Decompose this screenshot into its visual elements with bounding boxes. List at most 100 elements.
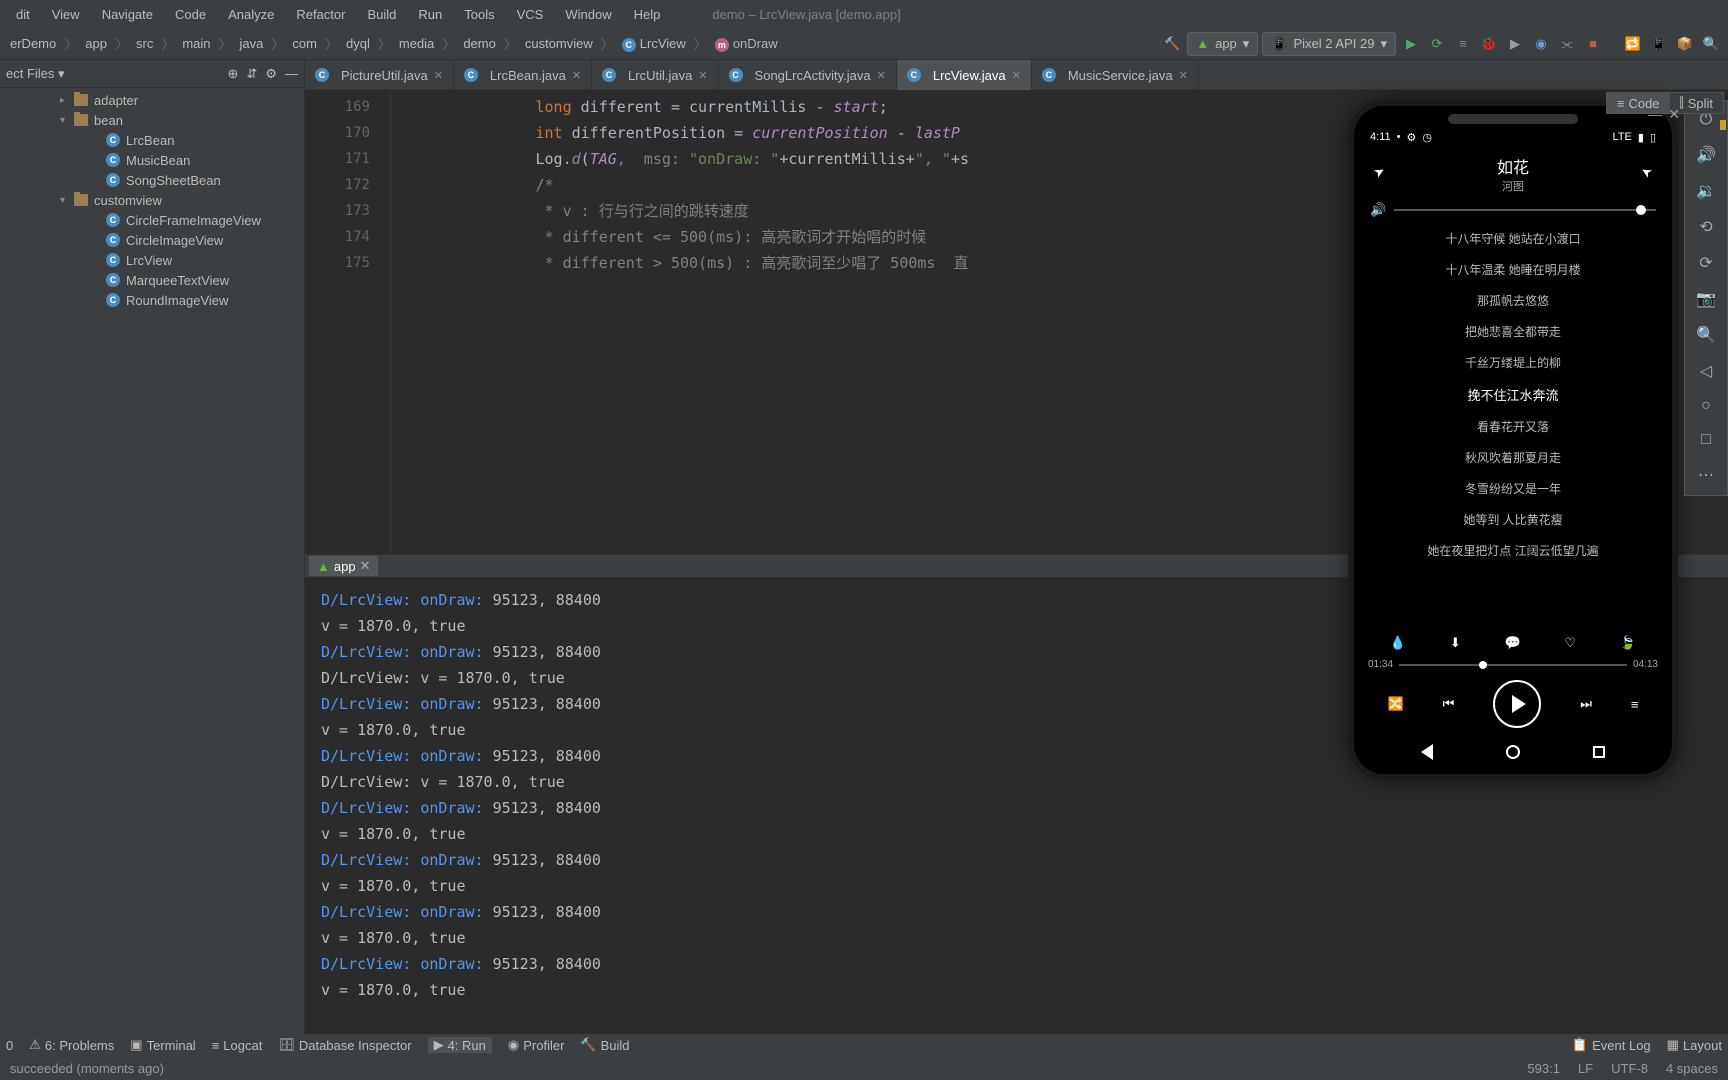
- emu-back-icon[interactable]: ◁: [1700, 361, 1712, 381]
- crumb-project[interactable]: erDemo: [6, 34, 60, 53]
- menu-run[interactable]: Run: [408, 5, 452, 24]
- close-icon[interactable]: ✕: [1179, 69, 1188, 82]
- crumb-main[interactable]: main: [178, 34, 214, 53]
- indent-info[interactable]: 4 spaces: [1666, 1061, 1718, 1076]
- tab-pictureutil[interactable]: CPictureUtil.java✕: [305, 60, 454, 90]
- logcat-button[interactable]: ≡ Logcat: [212, 1038, 263, 1053]
- close-icon[interactable]: ✕: [877, 69, 886, 82]
- close-icon[interactable]: ✕: [360, 558, 371, 574]
- playlist-icon[interactable]: ≡: [1631, 697, 1639, 712]
- lyrics-view[interactable]: 十八年守候 她站在小渡口十八年温柔 她睡在明月楼那孤帆去悠悠把她悲喜全都带走千丝…: [1354, 222, 1672, 629]
- project-tree[interactable]: ▸adapter ▾bean CLrcBean CMusicBean CSong…: [0, 88, 304, 1034]
- tree-folder-adapter[interactable]: ▸adapter: [0, 90, 304, 110]
- eco-icon[interactable]: 🍃: [1620, 635, 1636, 651]
- download-icon[interactable]: ⬇: [1450, 635, 1461, 651]
- minimize-icon[interactable]: —: [1648, 106, 1662, 123]
- volume-slider[interactable]: [1394, 209, 1656, 211]
- emu-home-icon[interactable]: ○: [1701, 397, 1711, 415]
- database-inspector-button[interactable]: 🗄 Database Inspector: [278, 1037, 411, 1053]
- tab-lrcview[interactable]: CLrcView.java✕: [897, 60, 1032, 90]
- crumb-class[interactable]: CLrcView: [618, 34, 690, 54]
- tab-lrcutil[interactable]: CLrcUtil.java✕: [592, 60, 719, 90]
- shuffle-icon[interactable]: 🔀: [1387, 696, 1403, 712]
- caret-position[interactable]: 593:1: [1527, 1061, 1560, 1076]
- rotate-left-icon[interactable]: ⟲: [1699, 217, 1712, 237]
- prev-track-icon[interactable]: ⏮: [1443, 696, 1455, 712]
- file-encoding[interactable]: UTF-8: [1611, 1061, 1648, 1076]
- volume-icon[interactable]: 🔊: [1370, 202, 1386, 218]
- menu-window[interactable]: Window: [555, 5, 621, 24]
- menu-vcs[interactable]: VCS: [507, 5, 554, 24]
- tree-class-circleimageview[interactable]: CCircleImageView: [0, 230, 304, 250]
- todo-button[interactable]: 0: [6, 1038, 13, 1053]
- crumb-java[interactable]: java: [236, 34, 268, 53]
- tree-class-roundimageview[interactable]: CRoundImageView: [0, 290, 304, 310]
- apply-code-changes-button[interactable]: ≡: [1452, 33, 1474, 55]
- menu-navigate[interactable]: Navigate: [92, 5, 163, 24]
- layout-inspector-button[interactable]: ▦ Layout: [1667, 1037, 1722, 1053]
- line-separator[interactable]: LF: [1578, 1061, 1593, 1076]
- run-tab-app[interactable]: ▲ app ✕: [309, 556, 378, 576]
- attach-debugger-button[interactable]: ⫘: [1556, 33, 1578, 55]
- volume-up-icon[interactable]: 🔊: [1696, 145, 1716, 165]
- next-track-icon[interactable]: ⏭: [1580, 696, 1592, 712]
- comment-icon[interactable]: 💬: [1505, 635, 1521, 651]
- tree-class-circleframeimageview[interactable]: CCircleFrameImageView: [0, 210, 304, 230]
- close-icon[interactable]: ✕: [1012, 69, 1021, 82]
- crumb-customview[interactable]: customview: [521, 34, 597, 53]
- tree-class-lrcbean[interactable]: CLrcBean: [0, 130, 304, 150]
- project-view-dropdown[interactable]: ect Files ▾: [6, 66, 65, 82]
- menu-refactor[interactable]: Refactor: [286, 5, 355, 24]
- nav-recents-button[interactable]: [1593, 746, 1605, 758]
- collapse-icon[interactable]: ⇵: [246, 66, 257, 82]
- problems-button[interactable]: ⚠ 6: Problems: [29, 1037, 114, 1053]
- coverage-button[interactable]: ▶: [1504, 33, 1526, 55]
- close-icon[interactable]: ✕: [698, 69, 707, 82]
- tree-class-marqueetextview[interactable]: CMarqueeTextView: [0, 270, 304, 290]
- menu-code[interactable]: Code: [165, 5, 216, 24]
- terminal-button[interactable]: ▣ Terminal: [130, 1037, 195, 1053]
- crumb-com[interactable]: com: [288, 34, 321, 53]
- effect-icon[interactable]: 💧: [1390, 635, 1406, 651]
- event-log-button[interactable]: 📋 Event Log: [1572, 1037, 1651, 1053]
- crumb-app[interactable]: app: [81, 34, 111, 53]
- crumb-method[interactable]: monDraw: [711, 34, 782, 54]
- device-dropdown[interactable]: 📱 Pixel 2 API 29 ▾: [1262, 32, 1396, 56]
- menu-view[interactable]: View: [42, 5, 90, 24]
- sdk-manager-button[interactable]: 📦: [1674, 33, 1696, 55]
- sync-button[interactable]: 🔁: [1622, 33, 1644, 55]
- tab-musicservice[interactable]: CMusicService.java✕: [1032, 60, 1199, 90]
- rotate-right-icon[interactable]: ⟳: [1699, 253, 1712, 273]
- emu-overview-icon[interactable]: □: [1701, 431, 1711, 449]
- profiler-button[interactable]: ◉ Profiler: [508, 1037, 565, 1053]
- close-icon[interactable]: ✕: [572, 69, 581, 82]
- tree-class-lrcview[interactable]: CLrcView: [0, 250, 304, 270]
- build-button[interactable]: 🔨: [1161, 33, 1183, 55]
- stop-button[interactable]: ■: [1582, 33, 1604, 55]
- profile-button[interactable]: ◉: [1530, 33, 1552, 55]
- heart-icon[interactable]: ♡: [1564, 635, 1576, 651]
- locate-icon[interactable]: ⊕: [228, 66, 239, 82]
- nav-home-button[interactable]: [1506, 745, 1520, 759]
- android-emulator[interactable]: 4:11 • ⚙ ◷ LTE ▮ ▯ ➤ 如花 河图 ➤ 🔊 十八年守候 她站在…: [1348, 100, 1678, 780]
- run-button[interactable]: ▶: [1400, 33, 1422, 55]
- run-config-dropdown[interactable]: ▲ app ▾: [1187, 32, 1258, 56]
- tab-lrcbean[interactable]: CLrcBean.java✕: [454, 60, 592, 90]
- play-button[interactable]: [1493, 680, 1541, 728]
- tab-songlrcactivity[interactable]: CSongLrcActivity.java✕: [719, 60, 897, 90]
- menu-help[interactable]: Help: [624, 5, 671, 24]
- crumb-demo[interactable]: demo: [459, 34, 500, 53]
- tree-folder-bean[interactable]: ▾bean: [0, 110, 304, 130]
- tree-folder-customview[interactable]: ▾customview: [0, 190, 304, 210]
- settings-icon[interactable]: ⚙: [265, 66, 277, 82]
- zoom-icon[interactable]: 🔍: [1696, 325, 1716, 345]
- tree-class-songsheetbean[interactable]: CSongSheetBean: [0, 170, 304, 190]
- close-icon[interactable]: ✕: [1668, 106, 1680, 123]
- apply-changes-button[interactable]: ⟳: [1426, 33, 1448, 55]
- avd-manager-button[interactable]: 📱: [1648, 33, 1670, 55]
- menu-tools[interactable]: Tools: [454, 5, 504, 24]
- warning-stripe-icon[interactable]: [1720, 120, 1726, 130]
- resource-manager-button[interactable]: 🔍: [1700, 33, 1722, 55]
- menu-build[interactable]: Build: [357, 5, 406, 24]
- screenshot-icon[interactable]: 📷: [1696, 289, 1716, 309]
